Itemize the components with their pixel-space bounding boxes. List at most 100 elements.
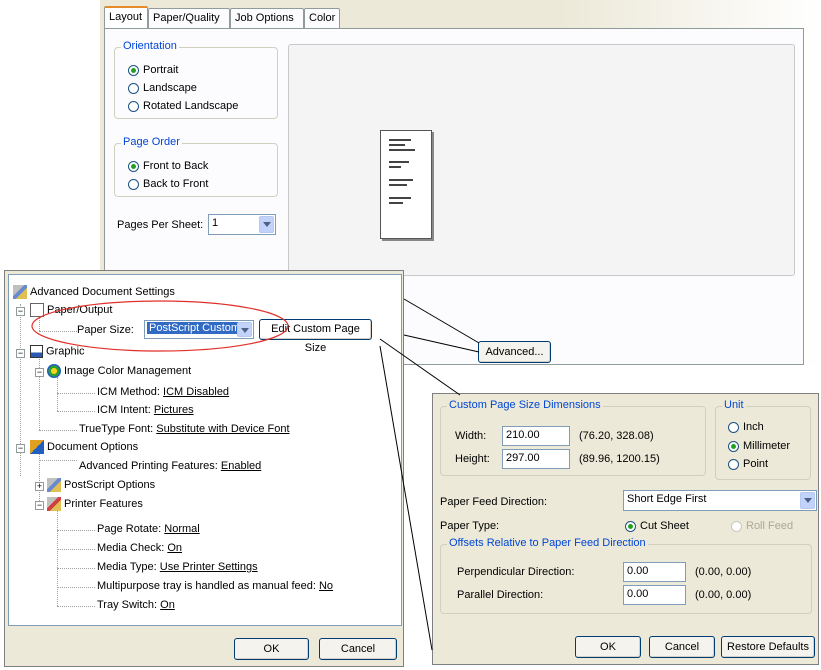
custom-page-size-dialog: Custom Page Size Dimensions Width: 210.0… (432, 393, 819, 665)
page-rotate-value[interactable]: Normal (164, 523, 199, 535)
tree-item-advanced-printing[interactable]: Advanced Printing Features: Enabled (79, 460, 261, 472)
page-preview-icon (380, 130, 432, 239)
advanced-printing-value[interactable]: Enabled (221, 460, 261, 472)
tree-item-printer-features[interactable]: Printer Features (47, 497, 143, 511)
pages-per-sheet-label: Pages Per Sheet: (117, 219, 204, 231)
perpendicular-input[interactable]: 0.00 (623, 562, 686, 582)
pages-per-sheet-select[interactable]: 1 (208, 214, 276, 235)
tab-layout[interactable]: Layout (104, 6, 148, 29)
ok-button[interactable]: OK (234, 638, 309, 660)
chevron-down-icon[interactable] (800, 492, 815, 509)
feed-direction-label: Paper Feed Direction: (440, 496, 547, 508)
postscript-icon (47, 478, 61, 492)
collapse-icon[interactable]: − (16, 307, 25, 316)
truetype-font-value[interactable]: Substitute with Device Font (156, 423, 289, 435)
paper-output-icon (30, 303, 44, 317)
tab-paper-quality[interactable]: Paper/Quality (148, 8, 230, 28)
dimensions-label: Custom Page Size Dimensions (447, 399, 603, 411)
tree-item-document-options[interactable]: Document Options (30, 440, 138, 454)
tree-item-truetype-font[interactable]: TrueType Font: Substitute with Device Fo… (79, 423, 290, 435)
radio-button[interactable] (128, 100, 139, 112)
color-management-icon (47, 364, 61, 378)
radio-point[interactable]: Point (728, 458, 768, 470)
perpendicular-range: (0.00, 0.00) (695, 566, 752, 578)
expand-icon[interactable]: + (35, 482, 44, 491)
height-range: (89.96, 1200.15) (579, 453, 660, 465)
chevron-down-icon[interactable] (237, 322, 252, 337)
advanced-settings-dialog: Advanced Document Settings − Paper/Outpu… (4, 270, 404, 667)
paper-size-select[interactable]: PostScript Custom (144, 320, 254, 339)
perpendicular-label: Perpendicular Direction: (457, 566, 575, 578)
width-label: Width: (455, 430, 487, 442)
page-order-label: Page Order (121, 136, 182, 148)
tab-job-options[interactable]: Job Options (230, 8, 304, 28)
parallel-label: Parallel Direction: (457, 589, 544, 601)
radio-millimeter[interactable]: Millimeter (728, 440, 790, 452)
radio-button[interactable] (728, 421, 739, 433)
tree-root[interactable]: Advanced Document Settings (13, 285, 175, 299)
edit-custom-page-size-button[interactable]: Edit Custom Page Size (259, 319, 372, 354)
printer-features-icon (47, 497, 61, 511)
tree-item-tray-switch[interactable]: Tray Switch: On (97, 599, 175, 611)
radio-cut-sheet[interactable]: Cut Sheet (625, 520, 689, 532)
height-label: Height: (455, 453, 490, 465)
icm-intent-value[interactable]: Pictures (154, 404, 194, 416)
radio-inch[interactable]: Inch (728, 421, 764, 433)
collapse-icon[interactable]: − (35, 501, 44, 510)
collapse-icon[interactable]: − (16, 444, 25, 453)
width-input[interactable]: 210.00 (502, 426, 570, 446)
unit-label: Unit (722, 399, 746, 411)
tree-item-media-type[interactable]: Media Type: Use Printer Settings (97, 561, 258, 573)
radio-button[interactable] (128, 160, 139, 172)
feed-direction-select[interactable]: Short Edge First (623, 490, 817, 511)
radio-rotated-landscape[interactable]: Rotated Landscape (128, 100, 238, 112)
radio-button[interactable] (128, 64, 139, 76)
custom-cancel-button[interactable]: Cancel (649, 636, 715, 658)
document-options-icon (30, 440, 44, 454)
cancel-button[interactable]: Cancel (319, 638, 397, 660)
tree-item-postscript-options[interactable]: PostScript Options (47, 478, 155, 492)
settings-tree[interactable]: Advanced Document Settings − Paper/Outpu… (8, 274, 402, 626)
restore-defaults-button[interactable]: Restore Defaults (721, 636, 815, 658)
radio-button[interactable] (728, 440, 739, 452)
paper-type-label: Paper Type: (440, 520, 500, 532)
paper-size-label: Paper Size: (77, 324, 134, 336)
tree-item-media-check[interactable]: Media Check: On (97, 542, 182, 554)
radio-button (731, 520, 742, 532)
radio-button[interactable] (625, 520, 636, 532)
media-type-value[interactable]: Use Printer Settings (160, 561, 258, 573)
tree-item-image-color-management[interactable]: Image Color Management (47, 364, 191, 378)
printer-settings-icon (13, 285, 27, 299)
radio-portrait[interactable]: Portrait (128, 64, 178, 76)
radio-roll-feed: Roll Feed (731, 520, 793, 532)
tree-item-paper-output[interactable]: Paper/Output (30, 303, 112, 317)
collapse-icon[interactable]: − (16, 349, 25, 358)
multipurpose-tray-value[interactable]: No (319, 580, 333, 592)
graphic-icon (30, 345, 43, 358)
offsets-label: Offsets Relative to Paper Feed Direction (447, 537, 648, 549)
icm-method-value[interactable]: ICM Disabled (163, 386, 229, 398)
media-check-value[interactable]: On (167, 542, 182, 554)
tree-item-icm-method[interactable]: ICM Method: ICM Disabled (97, 386, 229, 398)
tree-item-icm-intent[interactable]: ICM Intent: Pictures (97, 404, 194, 416)
radio-front-to-back[interactable]: Front to Back (128, 160, 208, 172)
tray-switch-value[interactable]: On (160, 599, 175, 611)
advanced-button[interactable]: Advanced... (478, 341, 551, 363)
tree-item-page-rotate[interactable]: Page Rotate: Normal (97, 523, 200, 535)
width-range: (76.20, 328.08) (579, 430, 654, 442)
radio-button[interactable] (728, 458, 739, 470)
orientation-label: Orientation (121, 40, 179, 52)
radio-button[interactable] (128, 178, 139, 190)
preview-box (288, 44, 795, 276)
custom-ok-button[interactable]: OK (575, 636, 641, 658)
tree-item-graphic[interactable]: Graphic (30, 345, 85, 358)
tab-color[interactable]: Color (304, 8, 340, 28)
collapse-icon[interactable]: − (35, 368, 44, 377)
radio-back-to-front[interactable]: Back to Front (128, 178, 208, 190)
chevron-down-icon[interactable] (259, 216, 274, 233)
radio-landscape[interactable]: Landscape (128, 82, 197, 94)
parallel-input[interactable]: 0.00 (623, 585, 686, 605)
height-input[interactable]: 297.00 (502, 449, 570, 469)
radio-button[interactable] (128, 82, 139, 94)
tree-item-multipurpose-tray[interactable]: Multipurpose tray is handled as manual f… (97, 580, 333, 592)
